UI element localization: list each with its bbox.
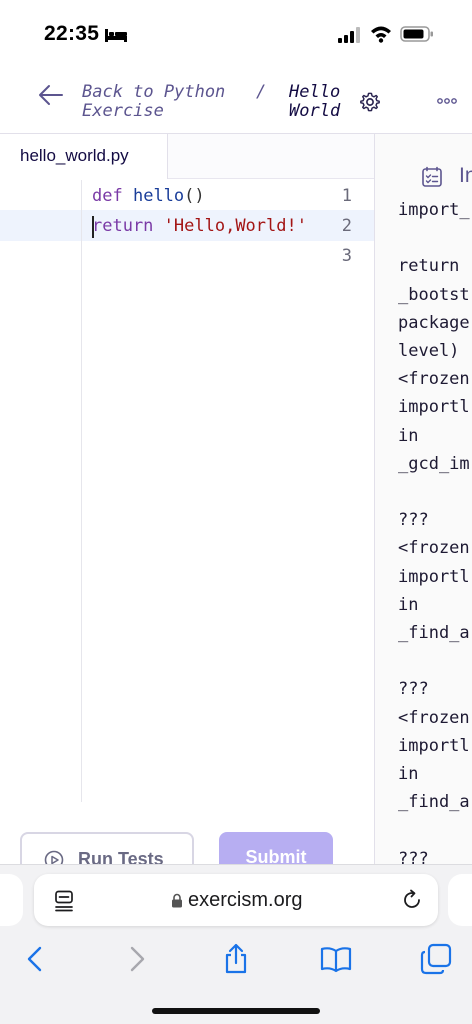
reload-icon[interactable] — [401, 889, 423, 911]
text-cursor — [92, 216, 94, 238]
submit-button[interactable]: Submit — [219, 832, 333, 864]
exercise-title-line2: World — [289, 101, 341, 121]
output-line: <frozen — [398, 369, 470, 390]
function-name: hello — [132, 186, 185, 206]
tabs-icon[interactable] — [420, 943, 452, 975]
output-line: importl — [398, 566, 470, 587]
output-line: <frozen — [398, 538, 470, 559]
output-line: package — [398, 312, 470, 333]
output-line: _find_a — [398, 623, 470, 644]
editor-action-bar: Run Tests Submit — [0, 832, 374, 864]
output-line: importl — [398, 397, 470, 418]
output-line: importl — [398, 735, 470, 756]
next-tab-preview[interactable] — [448, 874, 472, 926]
breadcrumb-separator: / — [256, 82, 267, 102]
bookmarks-icon[interactable] — [320, 943, 352, 975]
line-number: 2 — [341, 216, 352, 236]
output-line: _find_a — [398, 792, 470, 813]
parens: () — [184, 186, 205, 206]
back-arrow-icon[interactable] — [38, 84, 64, 106]
run-tests-label: Run Tests — [78, 849, 164, 864]
address-bar[interactable]: exercism.org — [34, 874, 438, 926]
run-tests-button[interactable]: Run Tests — [20, 832, 194, 864]
output-line: in — [398, 594, 419, 615]
instructions-panel: Instructions import_ return _bootstpackag… — [374, 134, 472, 864]
output-line: level) — [398, 341, 460, 362]
output-line: return — [398, 256, 460, 277]
output-line: in — [398, 425, 419, 446]
file-tabs: hello_world.py — [0, 134, 374, 179]
sleep-focus-icon — [105, 29, 127, 42]
url-text: exercism.org — [188, 889, 303, 911]
keyword-def: def — [92, 186, 123, 206]
back-link-line2: Exercise — [82, 101, 164, 121]
output-line: ??? — [398, 848, 429, 864]
code-line-1[interactable]: def hello() — [92, 186, 205, 206]
output-line: _gcd_im — [398, 453, 470, 474]
tab-instructions[interactable]: Instructions — [459, 164, 472, 188]
checklist-icon — [422, 166, 442, 187]
output-line: import_ — [398, 200, 470, 220]
output-line: ??? — [398, 510, 429, 531]
wifi-icon — [371, 26, 391, 43]
output-line: in — [398, 764, 419, 785]
string-literal: 'Hello,World!' — [163, 216, 307, 236]
exercise-header: Back to Python Exercise / Hello World — [0, 70, 472, 134]
line-number-gutter — [0, 180, 82, 802]
lock-icon — [172, 893, 182, 908]
browser-toolbar: exercism.org — [0, 864, 472, 1024]
submit-label: Submit — [245, 847, 307, 864]
more-options-icon[interactable] — [437, 98, 457, 104]
test-output: import_ return _bootstpackage level) <froze… — [398, 196, 470, 864]
exercise-title-line1: Hello — [289, 82, 341, 102]
back-link-line1: Back to Python — [82, 82, 226, 102]
back-icon[interactable] — [20, 943, 52, 975]
line-number: 3 — [341, 246, 352, 266]
line-number: 1 — [341, 186, 352, 206]
keyword-return: return — [92, 216, 154, 236]
output-line: ??? — [398, 679, 429, 700]
share-icon[interactable] — [220, 943, 252, 975]
output-line: <frozen — [398, 707, 470, 728]
battery-icon — [400, 26, 433, 42]
exercise-title: Hello World — [289, 83, 340, 121]
status-time: 22:35 — [44, 22, 100, 45]
gear-icon[interactable] — [359, 91, 381, 113]
page-menu-icon[interactable] — [54, 890, 74, 912]
forward-icon[interactable] — [120, 943, 152, 975]
status-bar: 22:35 — [0, 0, 472, 70]
home-indicator[interactable] — [152, 1008, 320, 1014]
code-editor[interactable]: hello_world.py 1 2 3 def hello() return … — [0, 134, 374, 864]
cellular-signal-icon — [338, 27, 360, 43]
back-to-exercise-link[interactable]: Back to Python Exercise — [82, 83, 225, 121]
code-line-2[interactable]: return 'Hello,World!' — [92, 216, 307, 236]
output-line: _bootst — [398, 284, 470, 305]
file-tab-hello-world[interactable]: hello_world.py — [0, 134, 168, 179]
play-icon — [44, 850, 64, 864]
previous-tab-preview[interactable] — [0, 874, 23, 926]
